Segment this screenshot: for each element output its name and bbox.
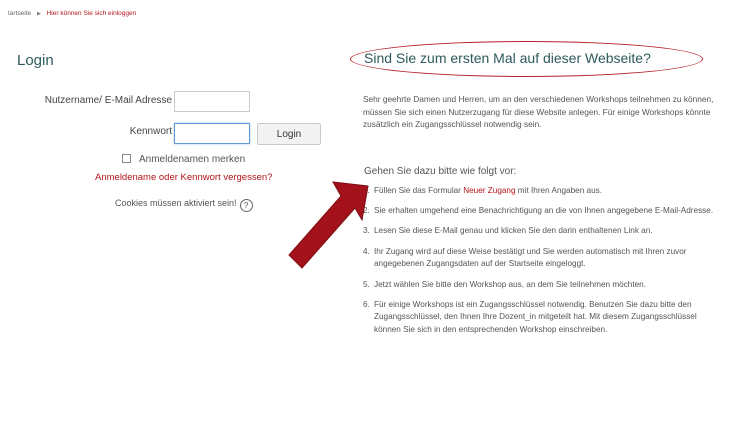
step-item: 5. Jetzt wählen Sie bitte den Workshop au… [363,279,723,292]
step-number: 6. [363,299,370,309]
step-number: 4. [363,246,370,256]
step-text: Sie erhalten umgehend eine Benachrichtig… [374,206,714,216]
login-title: Login [17,52,54,69]
forgot-credentials-link[interactable]: Anmeldename oder Kennwort vergessen? [95,172,272,183]
step-text-after: mit Ihren Angaben aus. [515,186,603,195]
steps-heading: Gehen Sie dazu bitte wie folgt vor: [364,166,517,177]
username-label: Nutzername/ E-Mail Adresse [44,95,172,106]
breadcrumb-home-link[interactable]: tartseite [8,10,31,17]
step-text: Lesen Sie diese E-Mail genau und klicken… [374,226,653,236]
cookies-note: Cookies müssen aktiviert sein!? [115,198,253,212]
step-item: 1. Füllen Sie das Formular Neuer Zugang m… [363,185,723,198]
breadcrumb-current-link[interactable]: Hier können Sie sich einloggen [47,10,137,17]
password-input[interactable] [174,123,250,144]
step-text: Füllen Sie das Formular [374,186,464,195]
new-account-link[interactable]: Neuer Zugang [463,186,515,195]
login-button[interactable]: Login [257,123,321,145]
step-item: 4. Ihr Zugang wird auf diese Weise bestät… [363,246,723,271]
triangle-right-icon: ▶ [36,11,41,17]
step-item: 6. Für einige Workshops ist ein Zugangssc… [363,299,723,337]
first-visit-title: Sind Sie zum ersten Mal auf dieser Webse… [364,50,651,66]
username-input[interactable] [174,91,250,112]
step-number: 5. [363,279,370,289]
step-number: 2. [363,206,370,216]
step-text: Ihr Zugang wird auf diese Weise bestätig… [374,246,687,269]
password-label: Kennwort [129,126,172,137]
breadcrumb: tartseite ▶ Hier können Sie sich einlogg… [8,10,136,17]
question-circle-icon[interactable]: ? [239,199,253,212]
remember-username-label: Anmeldenamen merken [139,154,246,165]
step-number: 3. [363,226,370,236]
step-text: Jetzt wählen Sie bitte den Workshop aus,… [374,279,647,289]
cookies-note-text: Cookies müssen aktiviert sein! [115,198,237,208]
step-item: 3. Lesen Sie diese E-Mail genau und klick… [363,225,723,238]
remember-username-checkbox[interactable] [122,154,131,163]
step-number: 1. [363,186,370,195]
steps-list: 1. Füllen Sie das Formular Neuer Zugang m… [363,185,723,344]
step-text: Für einige Workshops ist ein Zugangsschl… [374,299,697,335]
intro-paragraph: Sehr geehrte Damen und Herren, um an den… [363,94,714,130]
step-item: 2. Sie erhalten umgehend eine Benachricht… [363,205,723,218]
remember-username-row[interactable]: Anmeldenamen merken [122,154,245,165]
